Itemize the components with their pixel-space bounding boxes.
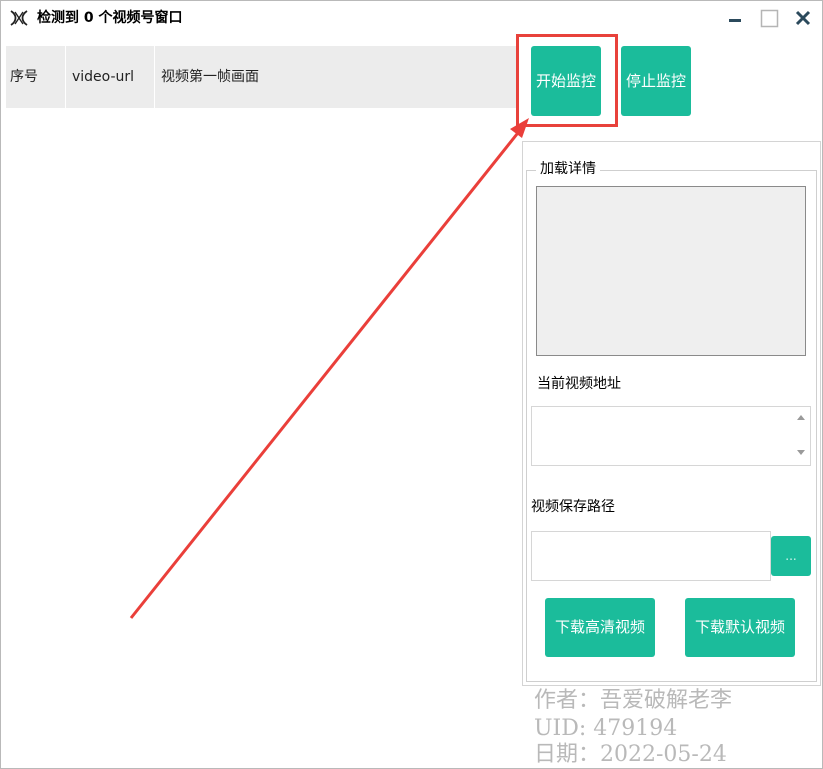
load-details-legend: 加载详情 bbox=[536, 159, 600, 179]
start-button-highlight bbox=[516, 34, 618, 127]
video-table-body[interactable] bbox=[6, 108, 516, 763]
download-default-button[interactable]: 下载默认视频 bbox=[685, 598, 795, 657]
column-header-index[interactable]: 序号 bbox=[6, 46, 66, 108]
scroll-down-icon[interactable] bbox=[797, 450, 805, 455]
download-hd-button[interactable]: 下载高清视频 bbox=[545, 598, 655, 657]
window-title: 检测到 0 个视频号窗口 bbox=[37, 10, 183, 26]
browse-path-button[interactable]: ... bbox=[771, 536, 811, 576]
watermark-uid: UID: 479194 bbox=[534, 716, 678, 741]
save-path-label: 视频保存路径 bbox=[531, 499, 615, 515]
title-bar[interactable]: 检测到 0 个视频号窗口 bbox=[1, 1, 822, 37]
app-logo-icon bbox=[10, 10, 28, 26]
maximize-icon[interactable] bbox=[758, 7, 782, 31]
video-preview bbox=[536, 186, 806, 356]
video-table-header: 序号 video-url 视频第一帧画面 bbox=[6, 46, 516, 108]
close-icon[interactable] bbox=[792, 7, 816, 31]
column-header-first-frame[interactable]: 视频第一帧画面 bbox=[155, 46, 516, 108]
current-url-label: 当前视频地址 bbox=[537, 376, 621, 392]
app-window: 检测到 0 个视频号窗口 序号 video-url 视频第一帧画面 开始监控 停… bbox=[0, 0, 823, 769]
current-url-field[interactable] bbox=[531, 406, 811, 466]
scroll-up-icon[interactable] bbox=[797, 415, 805, 420]
watermark-author: 作者：吾爱破解老李 bbox=[534, 688, 733, 713]
watermark-date: 日期：2022-05-24 bbox=[534, 742, 727, 767]
column-header-video-url[interactable]: video-url bbox=[66, 46, 155, 108]
minimize-icon[interactable] bbox=[725, 7, 749, 31]
save-path-input[interactable] bbox=[531, 531, 771, 581]
stop-monitor-button[interactable]: 停止监控 bbox=[621, 46, 691, 116]
